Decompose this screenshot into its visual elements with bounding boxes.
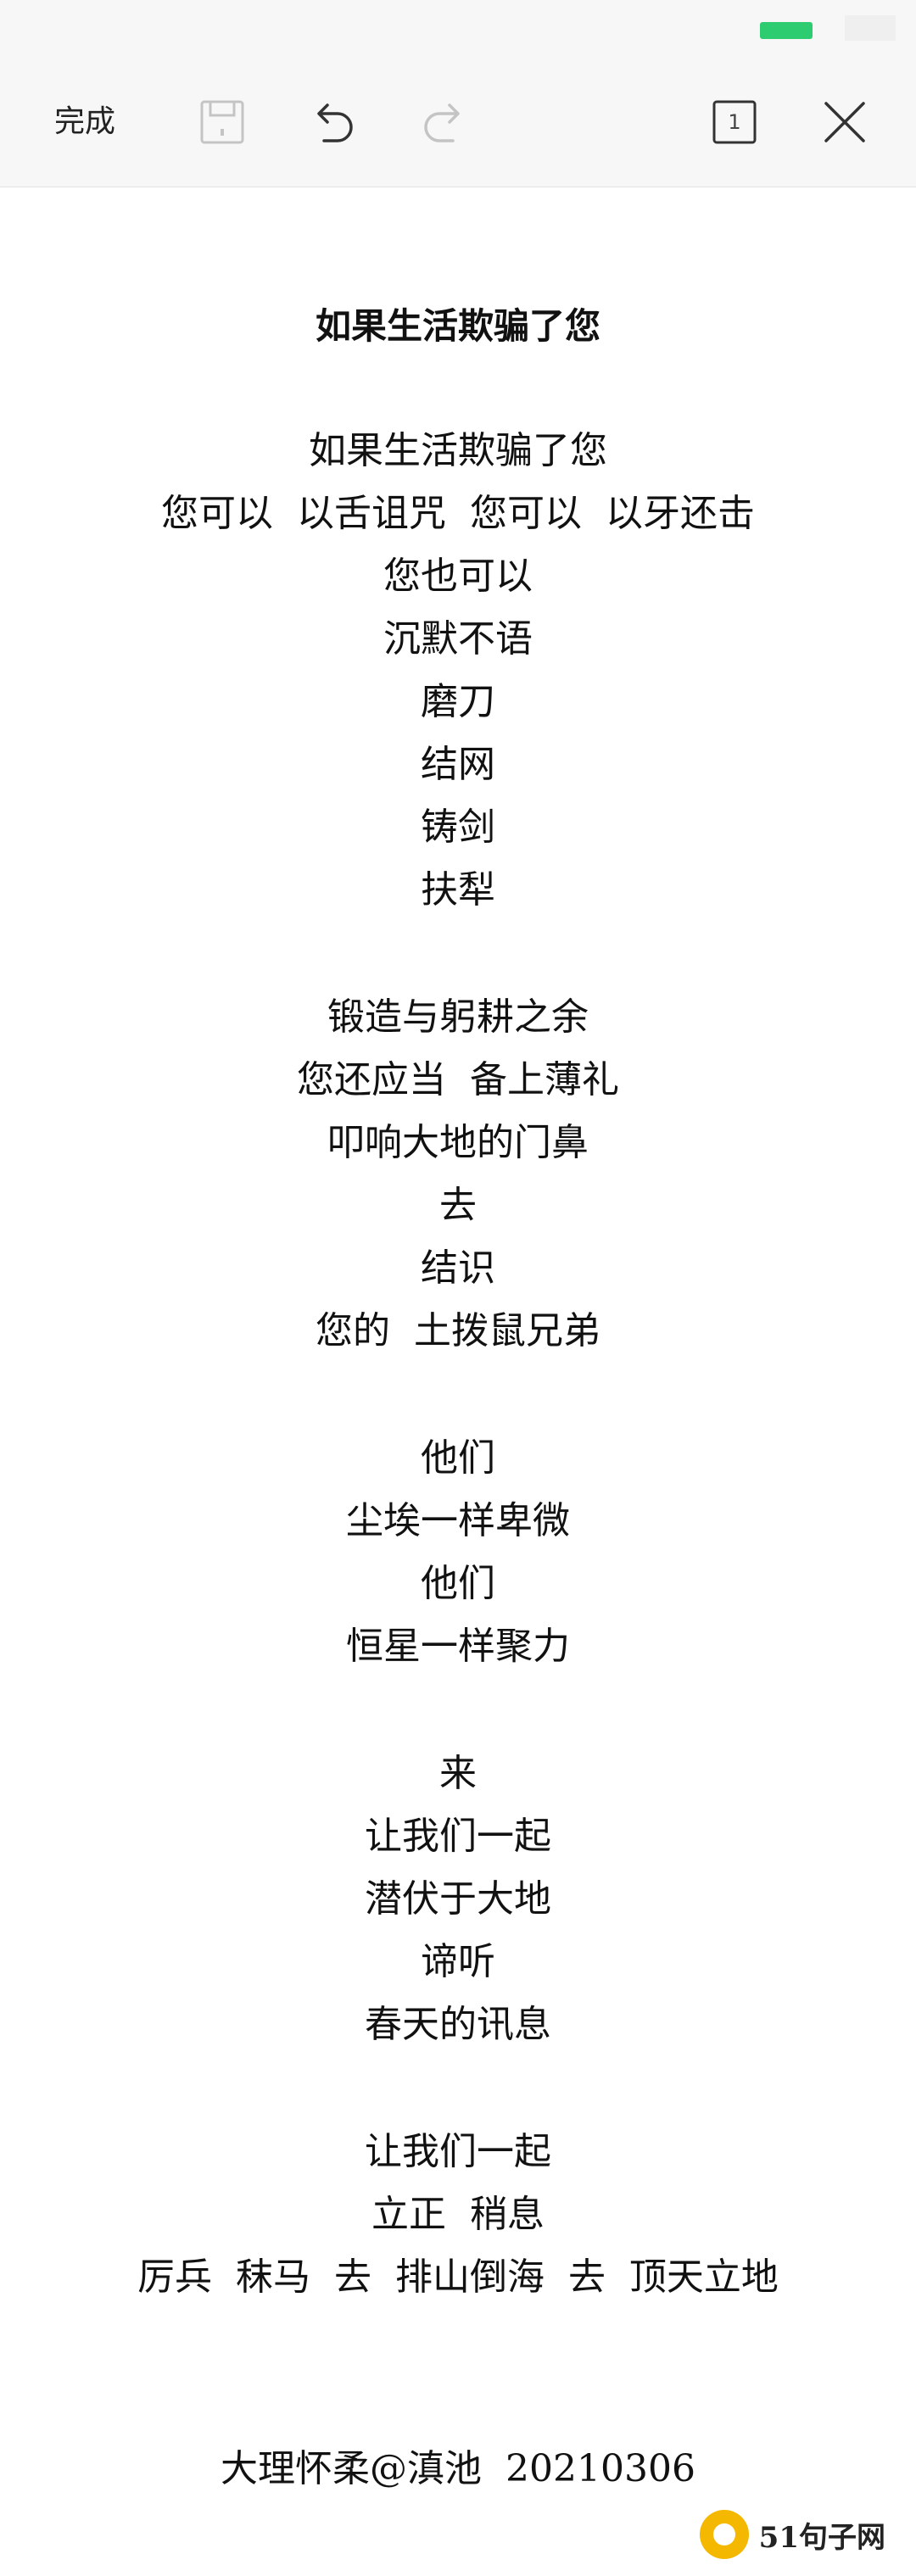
stanza: 锻造与躬耕之余 您还应当 备上薄礼 叩响大地的门鼻 去 结识 您的 土拨鼠兄弟 xyxy=(0,986,916,1363)
status-indicator xyxy=(845,15,896,41)
page-count-icon[interactable]: 1 xyxy=(707,95,762,149)
poem-line: 您可以 以舌诅咒 您可以 以牙还击 xyxy=(161,492,755,535)
poem-title: 如果生活欺骗了您 xyxy=(315,305,600,347)
stanza: 让我们一起 立正 稍息 厉兵 秣马 去 排山倒海 去 顶天立地 xyxy=(0,2121,916,2309)
poem-body: 如果生活欺骗了您 如果生活欺骗了您 您可以 以舌诅咒 您可以 以牙还击 您也可以… xyxy=(0,301,916,2373)
poem-line: 厉兵 秣马 去 排山倒海 去 顶天立地 xyxy=(137,2255,779,2299)
stanza: 来 让我们一起 潜伏于大地 谛听 春天的讯息 xyxy=(0,1742,916,2056)
site-watermark: 51句子网 xyxy=(692,2505,901,2564)
poem-line: 磨刀 xyxy=(421,680,495,723)
poem-signature: 大理怀柔@滇池 20210306 xyxy=(221,2447,695,2490)
watermark-logo-icon xyxy=(699,2510,749,2559)
save-icon[interactable] xyxy=(195,95,249,149)
poem-line: 尘埃一样卑微 xyxy=(346,1499,570,1542)
poem-line: 叩响大地的门鼻 xyxy=(327,1121,589,1164)
battery-icon xyxy=(760,22,813,39)
poem-line: 他们 xyxy=(421,1562,495,1605)
poem-line: 谛听 xyxy=(421,1940,495,1983)
poem-line: 您也可以 xyxy=(383,555,533,598)
close-icon[interactable] xyxy=(818,95,872,149)
redo-icon[interactable] xyxy=(417,95,472,149)
stanza: 他们 尘埃一样卑微 他们 恒星一样聚力 xyxy=(0,1427,916,1678)
poem-line: 扶犁 xyxy=(421,868,495,912)
poem-line: 您的 土拨鼠兄弟 xyxy=(316,1309,600,1352)
poem-line: 您还应当 备上薄礼 xyxy=(297,1058,619,1101)
poem-line: 潜伏于大地 xyxy=(365,1877,551,1921)
poem-line: 结识 xyxy=(421,1246,495,1290)
poem-line: 让我们一起 xyxy=(365,1815,551,1858)
poem-line: 立正 稍息 xyxy=(371,2193,545,2236)
poem-line: 结网 xyxy=(421,743,495,786)
poem-line: 他们 xyxy=(421,1436,495,1480)
status-bar xyxy=(0,0,916,59)
poem-line: 铸剑 xyxy=(421,806,495,849)
done-button[interactable]: 完成 xyxy=(54,103,115,141)
editor-toolbar: 完成 1 xyxy=(0,59,916,187)
poem-line: 来 xyxy=(439,1752,477,1795)
poem-line: 让我们一起 xyxy=(365,2130,551,2173)
poem-line: 沉默不语 xyxy=(383,617,533,661)
watermark-text: 51句子网 xyxy=(758,2520,885,2555)
poem-line: 恒星一样聚力 xyxy=(346,1625,570,1668)
page-count: 1 xyxy=(728,110,741,134)
stanza: 如果生活欺骗了您 您可以 以舌诅咒 您可以 以牙还击 您也可以 沉默不语 磨刀 … xyxy=(0,420,916,922)
poem-line: 去 xyxy=(439,1184,477,1227)
poem-line: 春天的讯息 xyxy=(365,2003,551,2046)
poem-line: 如果生活欺骗了您 xyxy=(309,429,607,472)
poem-line: 锻造与躬耕之余 xyxy=(327,995,589,1039)
undo-icon[interactable] xyxy=(305,95,360,149)
